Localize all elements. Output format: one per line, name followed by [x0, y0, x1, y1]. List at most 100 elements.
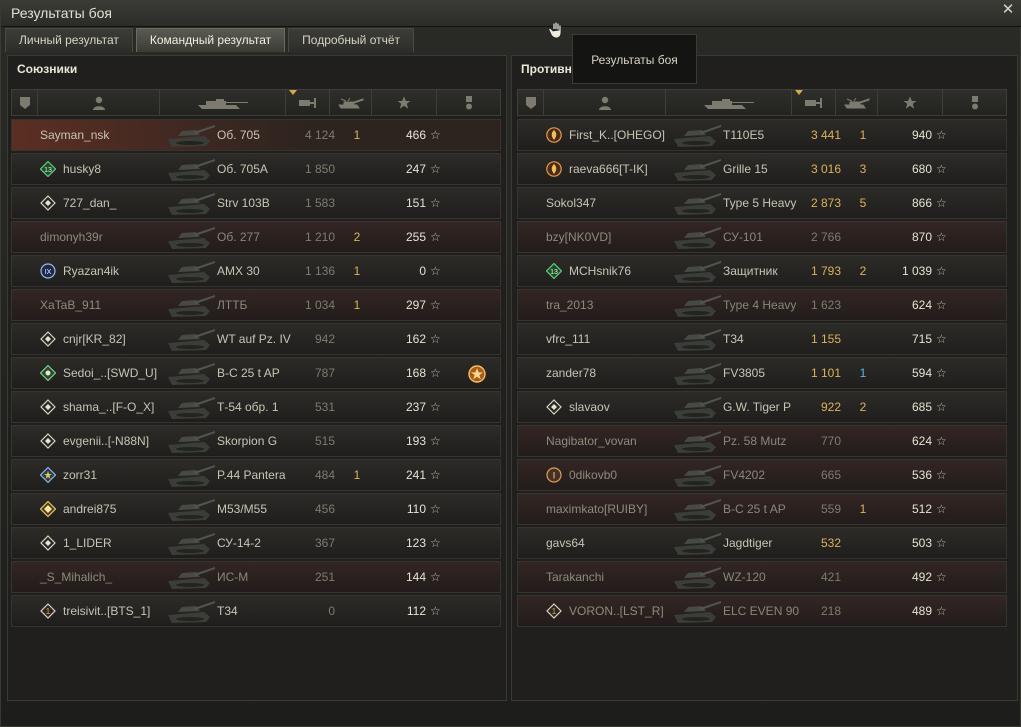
damage-value: 1 583: [304, 196, 335, 210]
tank-name: T34: [723, 332, 744, 346]
tab-detailed[interactable]: Подробный отчёт: [288, 28, 415, 52]
player-name: Ryazan4ik: [63, 264, 120, 278]
player-row[interactable]: XaTaB_911 ЛТТБ 1 034 1 297 ☆: [11, 289, 501, 321]
player-name: cnjr[KR_82]: [63, 332, 126, 346]
tank-name: Pz. 58 Mutz: [723, 434, 787, 448]
player-row[interactable]: 1_LIDER СУ-14-2 367 123 ☆: [11, 527, 501, 559]
header-kills[interactable]: [836, 90, 878, 115]
star-icon: ☆: [936, 536, 947, 550]
player-row[interactable]: First_K..[OHEGO] T110E5 3 441 1 940 ☆: [517, 119, 1007, 151]
header-medals[interactable]: [437, 90, 500, 115]
player-row[interactable]: maximkato[RUIBY] В-С 25 t AP 559 1 512 ☆: [517, 493, 1007, 525]
medal-icon[interactable]: [467, 364, 487, 384]
tank-name: WT auf Pz. IV: [217, 332, 291, 346]
tank-silhouette-icon: [168, 465, 215, 487]
svg-text:1: 1: [46, 607, 51, 616]
header-damage[interactable]: [286, 90, 330, 115]
star-icon: ☆: [936, 162, 947, 176]
star-icon: ☆: [936, 230, 947, 244]
tank-name: Strv 103B: [217, 196, 270, 210]
xp-value: 466: [405, 128, 426, 142]
player-row[interactable]: evgenii..[-N88N] Skorpion G 515 193 ☆: [11, 425, 501, 457]
player-row[interactable]: 1 treisivit..[BTS_1] T34 0 112 ☆: [11, 595, 501, 627]
player-name: Sokol347: [546, 196, 597, 210]
player-row[interactable]: 1 VORON..[LST_R] ELC EVEN 90 218 489 ☆: [517, 595, 1007, 627]
player-name: 1_LIDER: [63, 536, 112, 550]
player-row[interactable]: cnjr[KR_82] WT auf Pz. IV 942 162 ☆: [11, 323, 501, 355]
kills-value: [352, 188, 362, 218]
player-row[interactable]: andrei875 M53/M55 456 110 ☆: [11, 493, 501, 525]
enemies-rows: First_K..[OHEGO] T110E5 3 441 1 940 ☆ raeva666…: [517, 119, 1007, 629]
header-platoon[interactable]: [518, 90, 544, 115]
player-name: andrei875: [63, 502, 117, 516]
player-row[interactable]: gavs64 Jagdtiger 532 503 ☆: [517, 527, 1007, 559]
player-row[interactable]: Nagibator_vovan Pz. 58 Mutz 770 624 ☆: [517, 425, 1007, 457]
rank-i-icon: I: [546, 467, 562, 483]
star-icon: ☆: [430, 468, 441, 482]
player-row[interactable]: Tarakanchi WZ-120 421 492 ☆: [517, 561, 1007, 593]
xp-value: 715: [911, 332, 932, 346]
player-name: zander78: [546, 366, 597, 380]
tank-name: T34: [217, 604, 238, 618]
player-row[interactable]: _S_Mihalich_ ИС-М 251 144 ☆: [11, 561, 501, 593]
player-row[interactable]: slavaov G.W. Tiger P 922 2 685 ☆: [517, 391, 1007, 423]
player-row[interactable]: raeva666[T-IK] Grille 15 3 016 3 680 ☆: [517, 153, 1007, 185]
header-xp[interactable]: [372, 90, 437, 115]
header-damage[interactable]: [792, 90, 836, 115]
tank-silhouette-icon: [168, 295, 215, 317]
svg-text:13: 13: [550, 269, 558, 276]
player-row[interactable]: dimonyh39r Об. 277 1 210 2 255 ☆: [11, 221, 501, 253]
player-row[interactable]: IX Ryazan4ik AMX 30 1 136 1 0 ☆: [11, 255, 501, 287]
player-name: MCHsnik76: [569, 264, 632, 278]
header-tank[interactable]: [160, 90, 286, 115]
close-icon[interactable]: ✕: [1000, 2, 1016, 18]
xp-value: 685: [911, 400, 932, 414]
player-icon: [92, 96, 105, 110]
star-icon: ☆: [430, 332, 441, 346]
kills-value: 1: [353, 468, 361, 482]
header-kills[interactable]: [330, 90, 372, 115]
xp-value: 492: [911, 570, 932, 584]
player-row[interactable]: zorr31 P.44 Pantera 484 1 241 ☆: [11, 459, 501, 491]
player-row[interactable]: shama_..[F-O_X] Т-54 обр. 1 531 237 ☆: [11, 391, 501, 423]
player-row[interactable]: 727_dan_ Strv 103B 1 583 151 ☆: [11, 187, 501, 219]
player-row[interactable]: zander78 FV3805 1 101 1 594 ☆: [517, 357, 1007, 389]
player-row[interactable]: Sokol347 Type 5 Heavy 2 873 5 866 ☆: [517, 187, 1007, 219]
damage-icon: [298, 97, 316, 108]
tab-personal[interactable]: Личный результат: [5, 28, 133, 52]
tank-name: Т-54 обр. 1: [217, 400, 279, 414]
player-row[interactable]: 13 MCHsnik76 Защитник 1 793 2 1 039 ☆: [517, 255, 1007, 287]
player-row[interactable]: vfrc_111 T34 1 155 715 ☆: [517, 323, 1007, 355]
tank-silhouette-icon: [674, 125, 721, 147]
xp-value: 241: [405, 468, 426, 482]
tank-silhouette-icon: [674, 193, 721, 215]
xp-value: 940: [911, 128, 932, 142]
player-name: shama_..[F-O_X]: [63, 400, 155, 414]
header-tank[interactable]: [666, 90, 792, 115]
kills-value: 2: [859, 264, 867, 278]
player-row[interactable]: Sedoi_..[SWD_U] В-С 25 t AP 787 168 ☆: [11, 357, 501, 389]
damage-value: 1 793: [810, 264, 841, 278]
player-row[interactable]: 13 husky8 Об. 705А 1 850 247 ☆: [11, 153, 501, 185]
xp-value: 503: [911, 536, 932, 550]
tank-silhouette-icon: [674, 261, 721, 283]
damage-value: 922: [820, 400, 841, 414]
player-row[interactable]: bzy[NK0VD] СУ-101 2 766 870 ☆: [517, 221, 1007, 253]
kills-value: [858, 324, 868, 354]
tank-name: СУ-101: [723, 230, 763, 244]
tank-name: FV3805: [723, 366, 766, 380]
header-platoon[interactable]: [12, 90, 38, 115]
tank-silhouette-icon: [674, 363, 721, 385]
player-row[interactable]: Sayman_nsk Об. 705 4 124 1 466 ☆: [11, 119, 501, 151]
header-medals[interactable]: [943, 90, 1006, 115]
tank-silhouette-icon: [168, 567, 215, 589]
header-player[interactable]: [38, 90, 160, 115]
damage-value: 2 766: [810, 230, 841, 244]
player-name: Nagibator_vovan: [546, 434, 637, 448]
tab-team[interactable]: Командный результат: [135, 28, 286, 52]
player-row[interactable]: tra_2013 Type 4 Heavy 1 623 624 ☆: [517, 289, 1007, 321]
header-xp[interactable]: [878, 90, 943, 115]
header-player[interactable]: [544, 90, 666, 115]
star-icon: ☆: [430, 264, 441, 278]
player-row[interactable]: I 0dikovb0 FV4202 665 536 ☆: [517, 459, 1007, 491]
